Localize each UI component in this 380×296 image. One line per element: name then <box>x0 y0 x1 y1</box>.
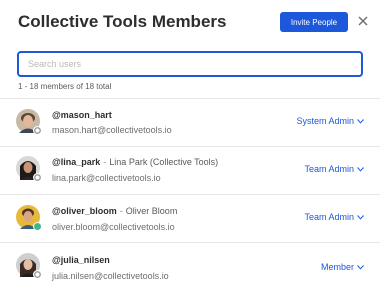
member-username: @julia_nilsen <box>52 255 110 265</box>
chevron-down-icon <box>357 264 364 270</box>
chevron-down-icon <box>357 166 364 172</box>
role-label: System Admin <box>296 116 354 126</box>
name-separator: - <box>119 206 123 216</box>
member-fullname: Lina Park (Collective Tools) <box>109 157 219 167</box>
member-email: lina.park@collectivetools.io <box>52 173 161 183</box>
role-label: Team Admin <box>304 212 354 222</box>
avatar <box>16 205 42 231</box>
avatar <box>16 156 42 182</box>
chevron-down-icon <box>357 118 364 124</box>
member-row: @mason_hart mason.hart@collectivetools.i… <box>0 99 380 147</box>
member-count: 1 - 18 members of 18 total <box>18 82 112 91</box>
name-separator: - <box>103 157 107 167</box>
status-indicator <box>33 126 42 135</box>
modal-header: Collective Tools Members Invite People <box>0 0 380 44</box>
member-username: @mason_hart <box>52 110 112 120</box>
modal-title: Collective Tools Members <box>18 12 227 31</box>
role-dropdown[interactable]: Team Admin <box>304 212 364 222</box>
avatar <box>16 253 42 279</box>
role-dropdown[interactable]: System Admin <box>296 116 364 126</box>
avatar <box>16 109 42 135</box>
member-row: @julia_nilsen julia.nilsen@collectivetoo… <box>0 243 380 291</box>
close-icon[interactable] <box>356 14 370 28</box>
member-name: @mason_hart <box>52 110 112 120</box>
member-email: mason.hart@collectivetools.io <box>52 125 172 135</box>
search-input[interactable] <box>17 51 363 77</box>
member-email: julia.nilsen@collectivetools.io <box>52 271 169 281</box>
member-row: @oliver_bloom - Oliver Bloom oliver.bloom@… <box>0 195 380 243</box>
member-row: @lina_park - Lina Park (Collective Tools) … <box>0 147 380 195</box>
invite-people-button[interactable]: Invite People <box>280 12 348 32</box>
status-indicator <box>33 222 42 231</box>
chevron-down-icon <box>357 214 364 220</box>
role-dropdown[interactable]: Team Admin <box>304 164 364 174</box>
role-label: Member <box>320 262 354 272</box>
members-modal: Collective Tools Members Invite People 1… <box>0 0 380 296</box>
member-name: @julia_nilsen <box>52 255 110 265</box>
role-dropdown[interactable]: Member <box>321 262 364 272</box>
status-indicator <box>33 270 42 279</box>
member-name: @oliver_bloom - Oliver Bloom <box>52 206 177 216</box>
member-name: @lina_park - Lina Park (Collective Tools) <box>52 157 218 167</box>
status-indicator <box>33 173 42 182</box>
member-username: @oliver_bloom <box>52 206 117 216</box>
member-fullname: Oliver Bloom <box>125 206 178 216</box>
role-label: Team Admin <box>304 164 354 174</box>
member-email: oliver.bloom@collectivetools.io <box>52 222 175 232</box>
member-username: @lina_park <box>52 157 101 167</box>
